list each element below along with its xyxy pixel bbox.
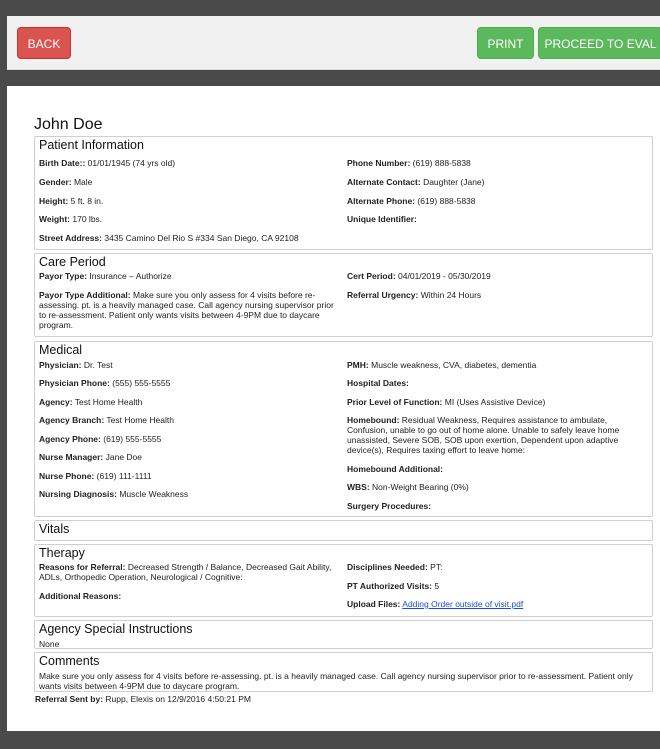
referral-urgency-field: Referral Urgency: Within 24 Hours [347,290,482,300]
referral-sent-by: Referral Sent by: Rupp, Elexis on 12/9/2… [35,694,251,704]
section-title: Patient Information [39,138,144,152]
hospital-dates-field: Hospital Dates: [347,378,409,388]
toolbar: BACK PRINT PROCEED TO EVAL [7,16,660,70]
payor-type-additional-field: Payor Type Additional: Make sure you onl… [39,290,334,330]
uploaded-file-link[interactable]: Adding Order outside of visit.pdf [402,599,523,609]
weight-field: Weight: 170 lbs. [39,214,103,224]
patient-information-section: Patient Information Birth Date:: 01/01/1… [34,136,653,250]
nurse-phone-field: Nurse Phone: (619) 111-1111 [39,471,152,481]
referral-document: John Doe Patient Information Birth Date:… [7,86,660,731]
homebound-field: Homebound: Residual Weakness, Requires a… [347,415,620,455]
section-title: Care Period [39,255,106,269]
homebound-additional-field: Homebound Additional: [347,464,444,474]
pt-authorized-visits-field: PT Authorized Visits: 5 [347,581,440,591]
birth-date-field: Birth Date:: 01/01/1945 (74 yrs old) [39,158,176,168]
height-field: Height: 5 ft. 8 in. [39,196,104,206]
proceed-to-eval-button[interactable]: PROCEED TO EVAL [538,27,660,59]
section-title: Comments [39,654,100,668]
prior-level-of-function-field: Prior Level of Function: MI (Uses Assist… [347,397,546,407]
section-title: Medical [39,343,83,357]
agency-phone-field: Agency Phone: (619) 555-5555 [39,434,162,444]
back-button[interactable]: BACK [17,27,71,59]
section-title: Agency Special Instructions [39,622,193,636]
physician-field: Physician: Dr. Test [39,360,113,370]
therapy-section: Therapy Reasons for Referral: Decreased … [34,544,653,617]
section-title: Vitals [39,522,70,536]
vitals-section: Vitals [34,520,653,541]
pmh-field: PMH: Muscle weakness, CVA, diabetes, dem… [347,360,537,370]
comments-section: Comments Make sure you only assess for 4… [34,652,653,692]
alternate-phone-field: Alternate Phone: (619) 888-5838 [347,196,476,206]
nursing-diagnosis-field: Nursing Diagnosis: Muscle Weakness [39,489,189,499]
reasons-for-referral-field: Reasons for Referral: Decreased Strength… [39,562,332,582]
alternate-contact-field: Alternate Contact: Daughter (Jane) [347,177,485,187]
agency-field: Agency: Test Home Health [39,397,143,407]
section-title: Therapy [39,546,85,560]
wbs-field: WBS: Non-Weight Bearing (0%) [347,482,469,492]
street-address-field: Street Address: 3435 Camino Del Rio S #3… [39,233,299,243]
phone-number-field: Phone Number: (619) 888-5838 [347,158,471,168]
care-period-section: Care Period Payor Type: Insurance – Auth… [34,253,653,337]
agency-branch-field: Agency Branch: Test Home Health [39,415,174,425]
physician-phone-field: Physician Phone: (555) 555-5555 [39,378,171,388]
window-top-strip [0,0,660,16]
patient-name: John Doe [34,116,103,133]
cert-period-field: Cert Period: 04/01/2019 - 05/30/2019 [347,271,491,281]
nurse-manager-field: Nurse Manager: Jane Doe [39,452,143,462]
payor-type-field: Payor Type: Insurance – Authorize [39,271,172,281]
upload-files-field: Upload Files: Adding Order outside of vi… [347,599,524,609]
agency-instructions-text: None [39,639,60,649]
comments-text: Make sure you only assess for 4 visits b… [39,671,633,691]
agency-special-instructions-section: Agency Special Instructions None [34,620,653,649]
gender-field: Gender: Male [39,177,93,187]
additional-reasons-field: Additional Reasons: [39,591,122,601]
disciplines-needed-field: Disciplines Needed: PT: [347,562,443,572]
medical-section: Medical Physician: Dr. Test Physician Ph… [34,341,653,517]
print-button[interactable]: PRINT [477,27,534,59]
unique-identifier-field: Unique Identifier: [347,214,417,224]
surgery-procedures-field: Surgery Procedures: [347,501,432,511]
